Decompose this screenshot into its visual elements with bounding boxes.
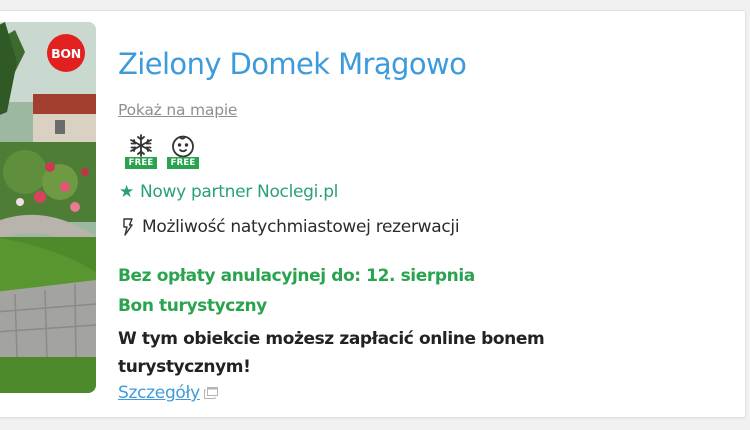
details-link-text[interactable]: Szczegóły [118,383,200,403]
free-badge: FREE [167,157,199,169]
external-window-icon [203,387,218,399]
bon-turystyczny-heading: Bon turystyczny [118,296,267,316]
listing-title[interactable]: Zielony Domek Mrągowo [118,47,467,81]
lightning-icon [123,218,133,236]
amenity-baby: FREE [167,134,199,170]
air-conditioning-snowflake-icon [130,134,152,157]
garden-photo-image [0,22,96,393]
new-partner-label: ★ Nowy partner Noclegi.pl [119,182,338,202]
show-on-map-link[interactable]: Pokaż na mapie [118,101,237,119]
listing-photo[interactable] [0,22,96,393]
free-cancellation-text: Bez opłaty anulacyjnej do: 12. sierpnia [118,266,475,286]
new-partner-text: Nowy partner Noclegi.pl [139,182,339,202]
amenities-list: FREE FREE [125,134,199,170]
baby-face-icon [172,135,194,157]
listing-card[interactable]: BON Zielony Domek Mrągowo Pokaż na mapie… [0,10,746,418]
bon-turystyczny-description: W tym obiekcie możesz zapłacić online bo… [118,329,545,377]
details-link[interactable]: Szczegóły [118,383,218,403]
free-badge: FREE [125,157,157,169]
instant-booking-label: Możliwość natychmiastowej rezerwacji [122,217,460,237]
instant-booking-text: Możliwość natychmiastowej rezerwacji [142,217,460,237]
star-icon: ★ [119,182,134,202]
amenity-air-conditioning: FREE [125,134,157,170]
bon-badge: BON [47,34,85,72]
